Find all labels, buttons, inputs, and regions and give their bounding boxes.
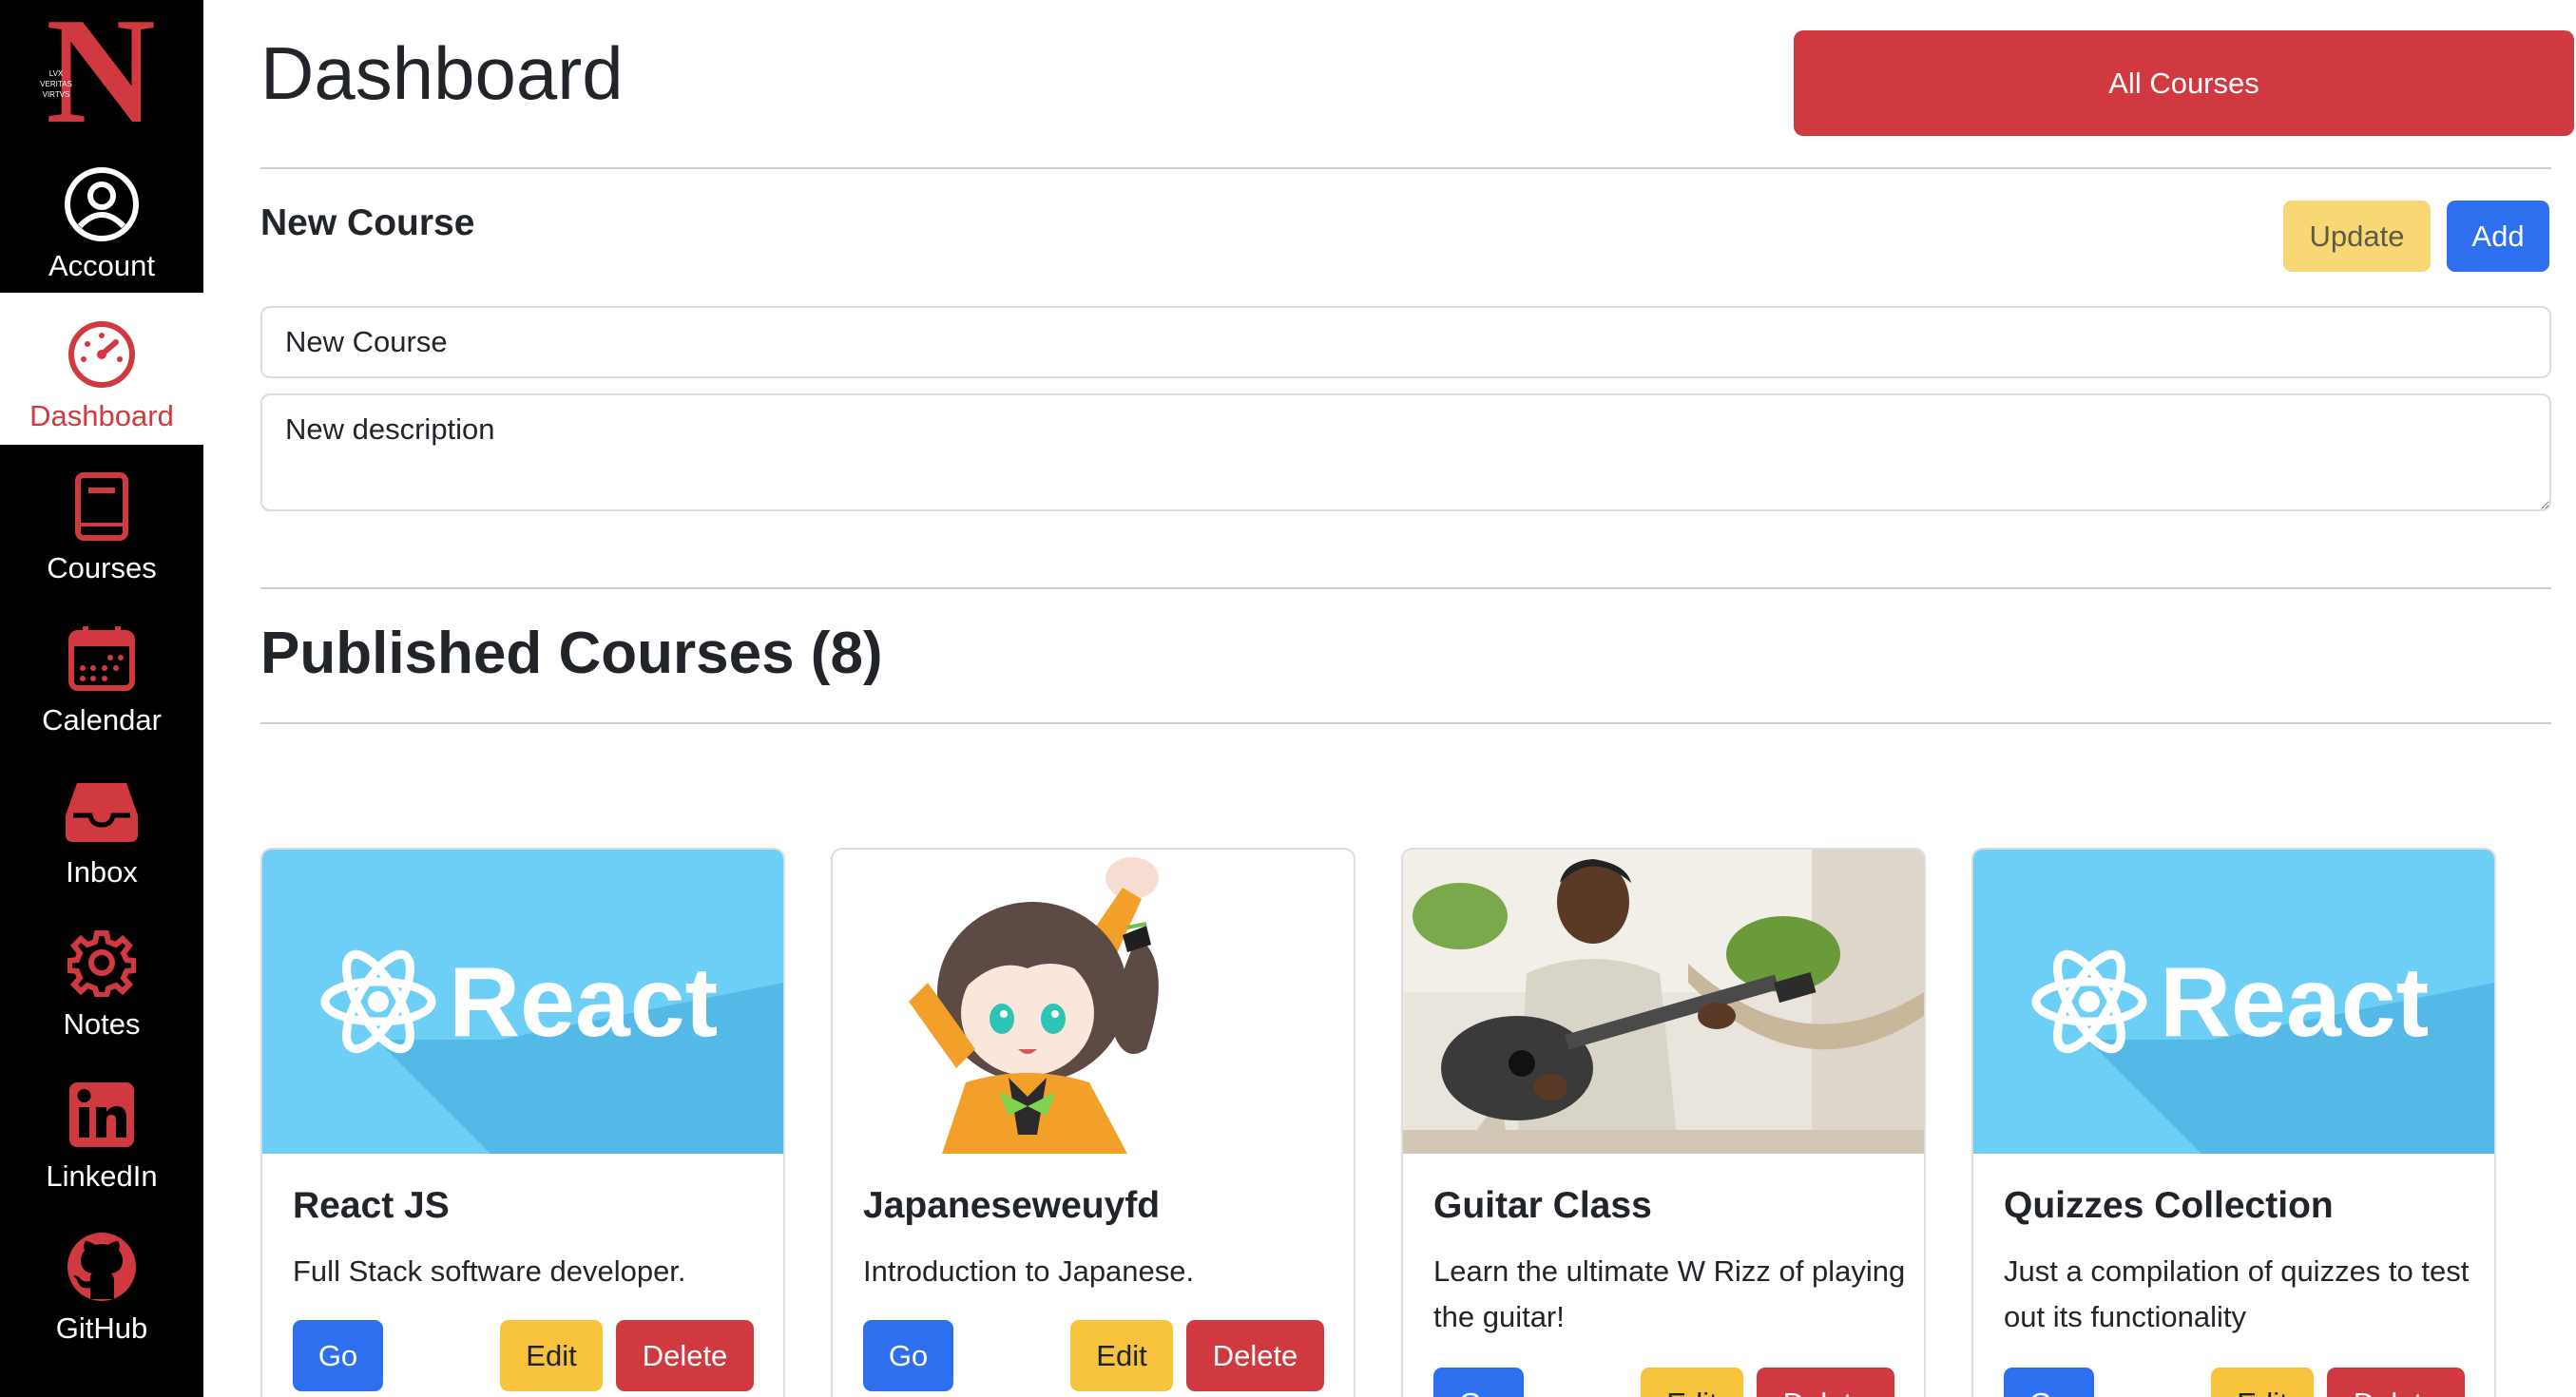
sidebar-item-label: Inbox bbox=[66, 855, 138, 889]
sidebar-item-label: Account bbox=[48, 249, 155, 282]
course-title: React JS bbox=[293, 1185, 450, 1226]
sidebar-item-label: GitHub bbox=[55, 1311, 148, 1345]
go-button[interactable]: Go bbox=[1433, 1368, 1524, 1397]
course-description-input[interactable]: New description bbox=[260, 393, 2551, 511]
sidebar-item-label: Calendar bbox=[42, 703, 162, 737]
dashboard-icon bbox=[61, 314, 143, 395]
sidebar-item-notes[interactable]: Notes bbox=[0, 901, 203, 1053]
delete-button[interactable]: Delete bbox=[1757, 1368, 1894, 1397]
svg-text:React: React bbox=[2160, 947, 2429, 1058]
svg-text:React: React bbox=[449, 947, 718, 1058]
sidebar-item-github[interactable]: GitHub bbox=[0, 1205, 203, 1357]
sidebar: N LVX VERITAS VIRTVS Account Dashboard C… bbox=[0, 0, 203, 1397]
divider bbox=[260, 167, 2551, 169]
page-title: Dashboard bbox=[260, 31, 624, 115]
sidebar-item-account[interactable]: Account bbox=[0, 143, 203, 293]
go-button[interactable]: Go bbox=[2004, 1368, 2094, 1397]
course-title: Quizzes Collection bbox=[2004, 1185, 2334, 1226]
delete-button[interactable]: Delete bbox=[2327, 1368, 2465, 1397]
calendar-icon bbox=[61, 618, 143, 699]
delete-button[interactable]: Delete bbox=[616, 1320, 754, 1391]
delete-button[interactable]: Delete bbox=[1186, 1320, 1324, 1391]
sidebar-item-inbox[interactable]: Inbox bbox=[0, 749, 203, 901]
sidebar-item-linkedin[interactable]: LinkedIn bbox=[0, 1053, 203, 1205]
course-title: Guitar Class bbox=[1433, 1185, 1652, 1226]
edit-button[interactable]: Edit bbox=[1641, 1368, 1743, 1397]
sidebar-item-courses[interactable]: Courses bbox=[0, 445, 203, 597]
course-card: Japaneseweuyfd Introduction to Japanese.… bbox=[831, 848, 1355, 1397]
sidebar-item-label: Notes bbox=[63, 1007, 141, 1041]
edit-button[interactable]: Edit bbox=[500, 1320, 603, 1391]
sidebar-item-calendar[interactable]: Calendar bbox=[0, 597, 203, 749]
edit-button[interactable]: Edit bbox=[1070, 1320, 1173, 1391]
linkedin-icon bbox=[61, 1074, 143, 1156]
sidebar-item-label: Dashboard bbox=[29, 399, 174, 432]
gear-icon bbox=[61, 922, 143, 1004]
sidebar-item-label: LinkedIn bbox=[46, 1159, 158, 1193]
react-logo-image[interactable]: React bbox=[1973, 850, 2494, 1154]
svg-text:VERITAS: VERITAS bbox=[40, 80, 72, 88]
guitar-player-image[interactable] bbox=[1403, 850, 1924, 1154]
update-button[interactable]: Update bbox=[2283, 201, 2431, 272]
course-description: Full Stack software developer. bbox=[293, 1254, 686, 1288]
go-button[interactable]: Go bbox=[293, 1320, 383, 1391]
course-card: Guitar Class Learn the ultimate W Rizz o… bbox=[1401, 848, 1926, 1397]
svg-text:LVX: LVX bbox=[49, 69, 64, 78]
course-name-input[interactable] bbox=[260, 306, 2551, 378]
course-description: Just a compilation of quizzes to test ou… bbox=[2004, 1254, 2470, 1333]
sidebar-item-dashboard[interactable]: Dashboard bbox=[0, 293, 203, 445]
course-title: Japaneseweuyfd bbox=[863, 1185, 1161, 1226]
svg-text:VIRTVS: VIRTVS bbox=[43, 90, 70, 99]
published-courses-heading: Published Courses (8) bbox=[260, 621, 883, 686]
course-card: React React JS Full Stack software devel… bbox=[260, 848, 785, 1397]
course-description: Learn the ultimate W Rizz of playing the… bbox=[1433, 1254, 1906, 1333]
course-card: React Quizzes Collection Just a compilat… bbox=[1971, 848, 2496, 1397]
all-courses-button[interactable]: All Courses bbox=[1794, 30, 2574, 136]
divider bbox=[260, 722, 2551, 724]
course-description: Introduction to Japanese. bbox=[863, 1254, 1195, 1288]
account-icon bbox=[61, 163, 143, 245]
react-logo-image[interactable]: React bbox=[262, 850, 783, 1154]
main-content: Dashboard All Courses New Course Update … bbox=[260, 0, 2574, 1397]
add-button[interactable]: Add bbox=[2447, 201, 2549, 272]
university-logo[interactable]: N LVX VERITAS VIRTVS bbox=[21, 0, 181, 155]
divider bbox=[260, 587, 2551, 589]
github-icon bbox=[61, 1226, 143, 1308]
sidebar-item-label: Courses bbox=[47, 551, 157, 584]
go-button[interactable]: Go bbox=[863, 1320, 953, 1391]
edit-button[interactable]: Edit bbox=[2211, 1368, 2314, 1397]
inbox-icon bbox=[61, 770, 143, 852]
anime-girl-image[interactable] bbox=[833, 850, 1354, 1154]
new-course-heading: New Course bbox=[260, 202, 475, 243]
book-icon bbox=[61, 466, 143, 547]
